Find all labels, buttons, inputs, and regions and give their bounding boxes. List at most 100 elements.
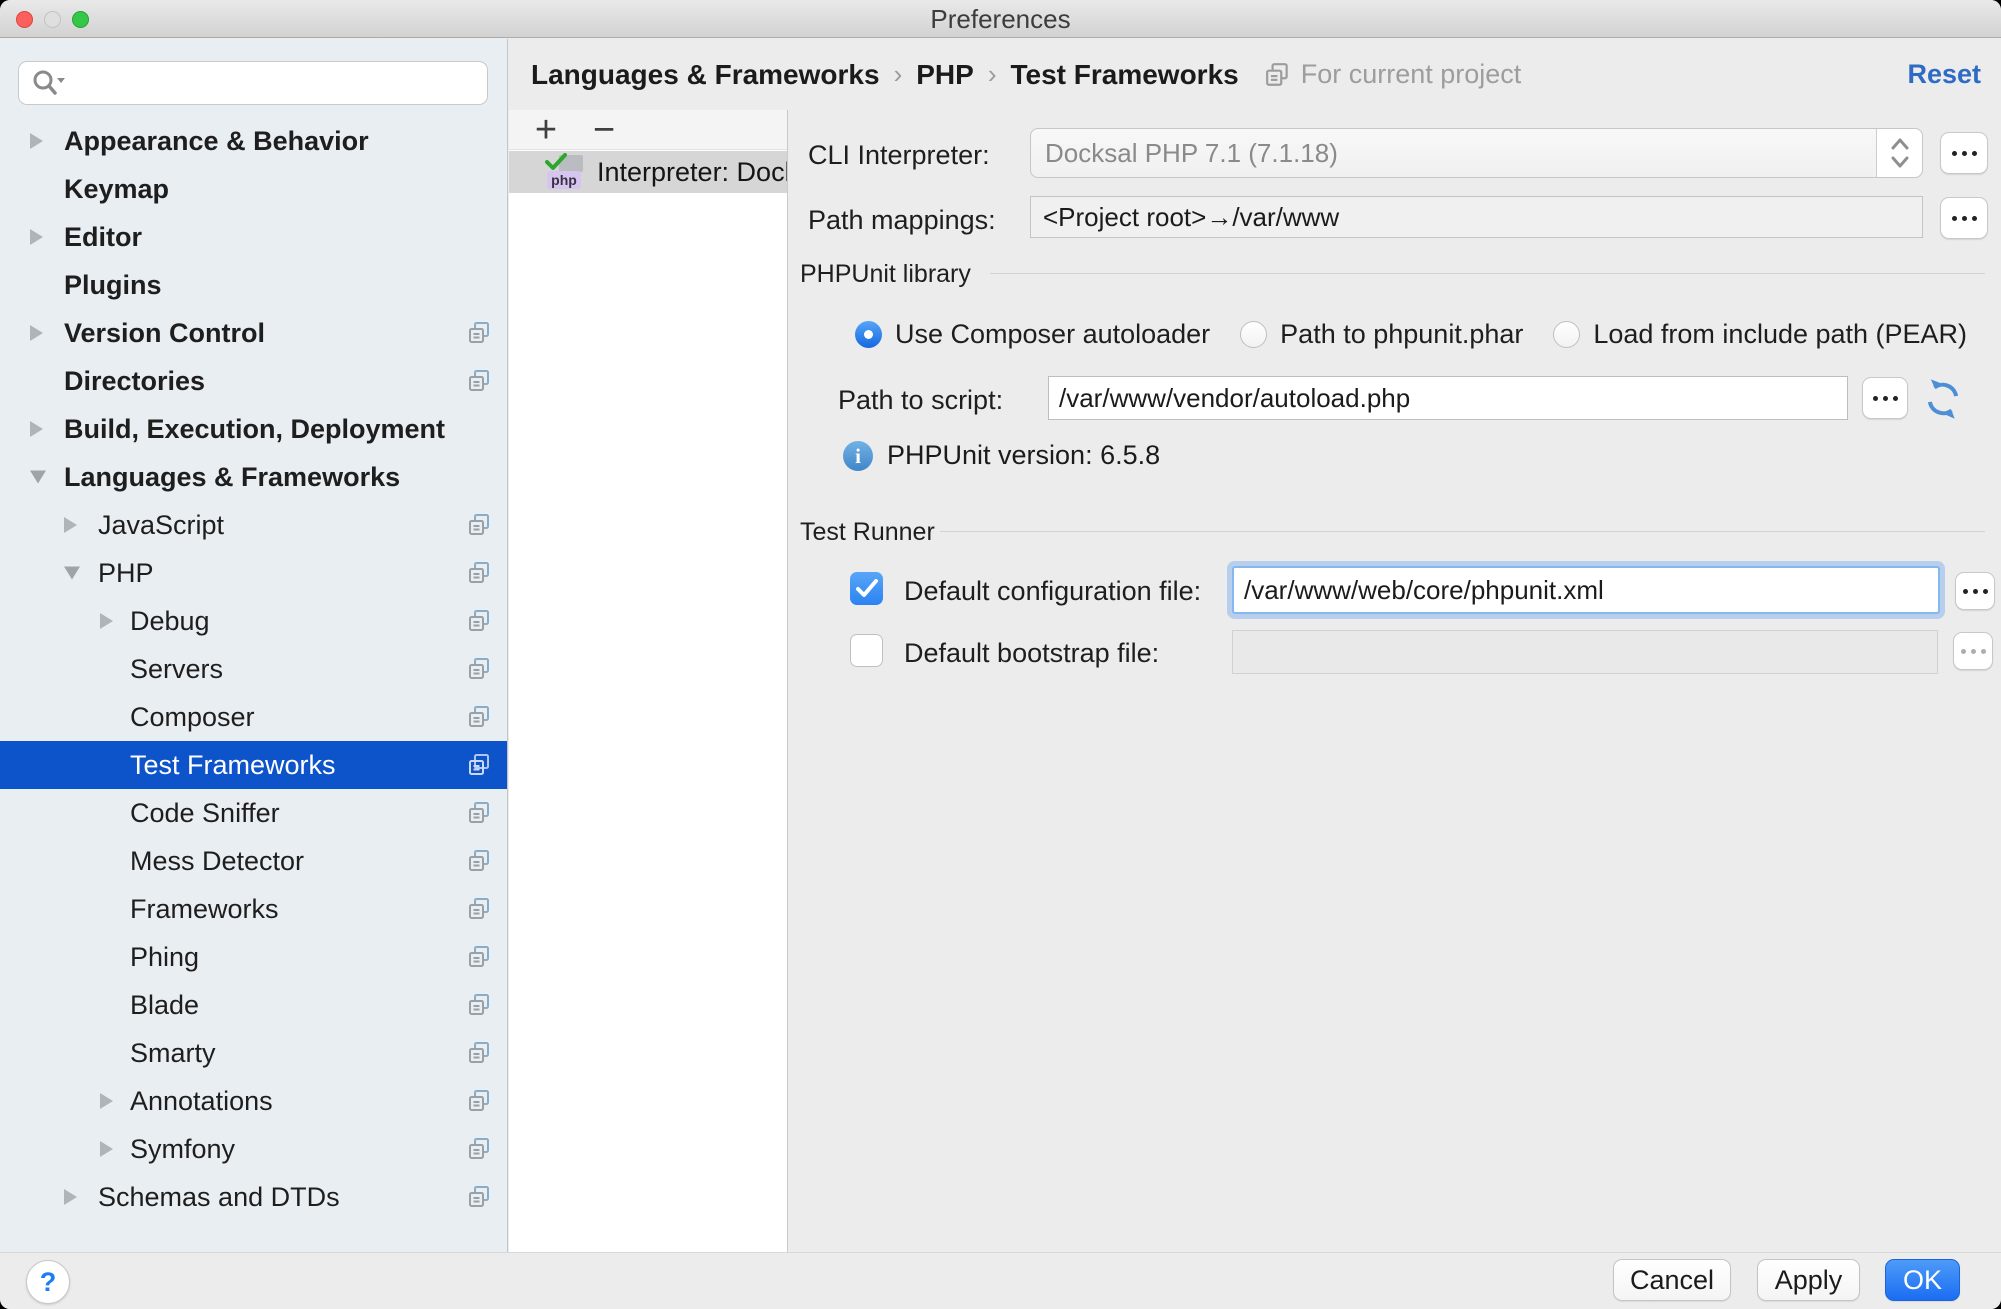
sidebar-item-languages-frameworks[interactable]: Languages & Frameworks [0, 453, 508, 501]
path-mappings-field[interactable]: <Project root>→/var/www [1030, 196, 1923, 238]
breadcrumb: Languages & Frameworks›PHP›Test Framewor… [531, 59, 1239, 91]
sidebar-item-frameworks[interactable]: Frameworks [0, 885, 508, 933]
stepper-icon[interactable] [1876, 129, 1922, 177]
radio-use-composer-autoloader[interactable]: Use Composer autoloader [855, 319, 1210, 350]
help-button[interactable]: ? [26, 1260, 70, 1304]
add-interpreter-button[interactable]: + [525, 112, 567, 148]
phpunit-library-section-label: PHPUnit library [800, 260, 971, 289]
sidebar-item-version-control[interactable]: Version Control [0, 309, 508, 357]
radio-path-to-phpunit-phar[interactable]: Path to phpunit.phar [1240, 319, 1523, 350]
phpunit-library-radio-group: Use Composer autoloader Path to phpunit.… [855, 312, 1967, 356]
sidebar-item-servers[interactable]: Servers [0, 645, 508, 693]
breadcrumb-item-languages-frameworks[interactable]: Languages & Frameworks [531, 59, 880, 91]
chevron-right-icon[interactable] [64, 517, 77, 533]
ok-button[interactable]: OK [1885, 1259, 1960, 1301]
radio-label: Path to phpunit.phar [1280, 319, 1523, 350]
preferences-window: Preferences Appearance & BehaviorKeymapE… [0, 0, 2001, 1309]
sidebar-item-mess-detector[interactable]: Mess Detector [0, 837, 508, 885]
sidebar-item-composer[interactable]: Composer [0, 693, 508, 741]
default-configuration-file-browse-button[interactable] [1955, 572, 1995, 610]
radio-load-from-include-path-pear[interactable]: Load from include path (PEAR) [1553, 319, 1967, 350]
default-bootstrap-file-label: Default bootstrap file: [904, 638, 1159, 669]
sidebar-item-label: Test Frameworks [130, 750, 336, 781]
chevron-right-icon[interactable] [30, 421, 43, 437]
settings-search-box[interactable] [18, 61, 488, 105]
php-interpreter-icon: php [545, 153, 589, 191]
chevron-right-icon[interactable] [30, 325, 43, 341]
path-to-script-browse-button[interactable] [1862, 377, 1908, 419]
sidebar-item-schemas-and-dtds[interactable]: Schemas and DTDs [0, 1173, 508, 1221]
chevron-right-icon[interactable] [30, 133, 43, 149]
chevron-right-icon[interactable] [100, 613, 113, 629]
chevron-right-icon[interactable] [100, 1093, 113, 1109]
sidebar-item-build-execution-deployment[interactable]: Build, Execution, Deployment [0, 405, 508, 453]
default-bootstrap-file-browse-button[interactable] [1953, 632, 1993, 670]
current-project-icon [468, 657, 492, 681]
reset-link[interactable]: Reset [1907, 59, 1981, 90]
radio-button-icon[interactable] [1553, 321, 1580, 348]
sidebar-item-directories[interactable]: Directories [0, 357, 508, 405]
chevron-right-icon[interactable] [100, 1141, 113, 1157]
sidebar-item-editor[interactable]: Editor [0, 213, 508, 261]
radio-button-icon[interactable] [1240, 321, 1267, 348]
current-project-icon [468, 945, 492, 969]
sidebar-item-label: Schemas and DTDs [98, 1182, 340, 1213]
current-project-icon [468, 1137, 492, 1161]
breadcrumb-item-test-frameworks[interactable]: Test Frameworks [1010, 59, 1238, 91]
checkmark-icon [545, 153, 567, 171]
sidebar-item-keymap[interactable]: Keymap [0, 165, 508, 213]
sidebar-item-symfony[interactable]: Symfony [0, 1125, 508, 1173]
sidebar-item-annotations[interactable]: Annotations [0, 1077, 508, 1125]
sidebar-item-label: Blade [130, 990, 199, 1021]
breadcrumb-item-php[interactable]: PHP [916, 59, 974, 91]
chevron-right-icon[interactable] [30, 229, 43, 245]
apply-button[interactable]: Apply [1757, 1259, 1860, 1301]
current-project-icon [1265, 62, 1291, 88]
sidebar-item-label: JavaScript [98, 510, 224, 541]
chevron-down-icon[interactable] [64, 567, 80, 580]
sidebar-item-code-sniffer[interactable]: Code Sniffer [0, 789, 508, 837]
chevron-right-icon[interactable] [64, 1189, 77, 1205]
list-toolbar: + − [509, 110, 787, 150]
chevron-down-icon[interactable] [30, 471, 46, 484]
path-to-script-input[interactable] [1048, 376, 1848, 420]
section-divider [940, 531, 1985, 532]
path-mappings-label: Path mappings: [808, 205, 996, 236]
interpreter-list-item[interactable]: php Interpreter: Dock [509, 151, 787, 193]
sidebar-item-smarty[interactable]: Smarty [0, 1029, 508, 1077]
default-bootstrap-file-checkbox[interactable] [850, 634, 883, 667]
reload-phpunit-version-icon[interactable] [1922, 378, 1964, 420]
sidebar-item-label: Annotations [130, 1086, 273, 1117]
sidebar-item-test-frameworks[interactable]: Test Frameworks [0, 741, 508, 789]
sidebar-item-debug[interactable]: Debug [0, 597, 508, 645]
test-runner-section-label: Test Runner [800, 518, 935, 547]
cancel-button[interactable]: Cancel [1613, 1259, 1731, 1301]
sidebar-item-blade[interactable]: Blade [0, 981, 508, 1029]
radio-button-icon[interactable] [855, 321, 882, 348]
sidebar-item-php[interactable]: PHP [0, 549, 508, 597]
default-configuration-file-checkbox[interactable] [850, 572, 883, 605]
current-project-icon [468, 609, 492, 633]
info-icon: i [843, 441, 873, 471]
path-mappings-browse-button[interactable] [1940, 197, 1988, 239]
sidebar-item-label: Plugins [64, 270, 162, 301]
sidebar-item-javascript[interactable]: JavaScript [0, 501, 508, 549]
cli-interpreter-browse-button[interactable] [1940, 132, 1988, 174]
cli-interpreter-select[interactable]: Docksal PHP 7.1 (7.1.18) [1030, 128, 1923, 178]
current-project-icon [468, 801, 492, 825]
sidebar-item-plugins[interactable]: Plugins [0, 261, 508, 309]
search-options-caret-icon [57, 78, 65, 83]
search-input[interactable] [73, 68, 487, 99]
current-project-icon [468, 849, 492, 873]
current-project-icon [468, 1089, 492, 1113]
default-bootstrap-file-input[interactable] [1232, 630, 1938, 674]
default-configuration-file-input[interactable] [1232, 566, 1940, 614]
remove-interpreter-button[interactable]: − [583, 112, 625, 148]
sidebar-item-label: Debug [130, 606, 210, 637]
sidebar-item-phing[interactable]: Phing [0, 933, 508, 981]
cli-interpreter-value: Docksal PHP 7.1 (7.1.18) [1031, 138, 1876, 169]
sidebar-item-label: Editor [64, 222, 142, 253]
section-divider [990, 273, 1985, 274]
current-project-icon [468, 369, 492, 393]
sidebar-item-appearance-behavior[interactable]: Appearance & Behavior [0, 117, 508, 165]
